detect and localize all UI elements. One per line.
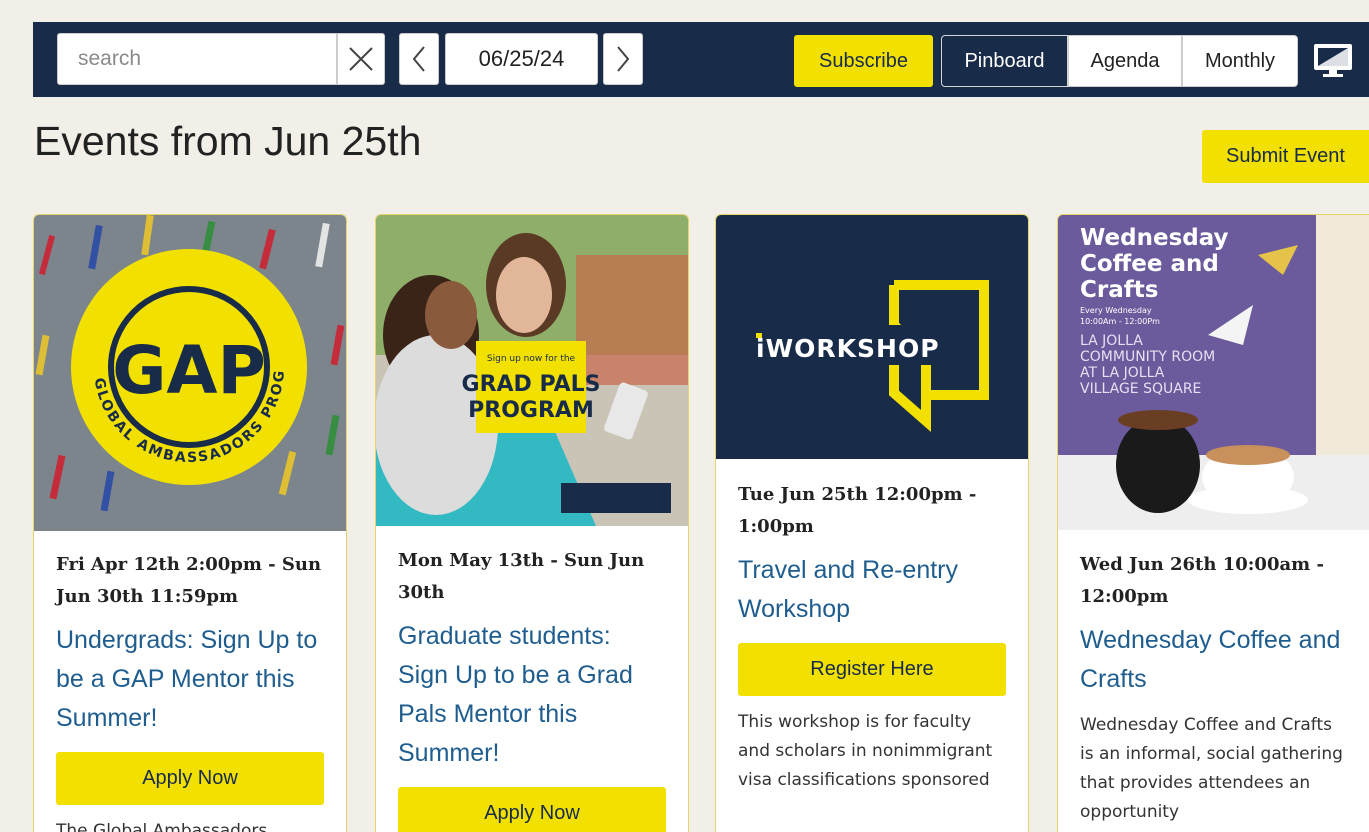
register-here-button[interactable]: Register Here bbox=[738, 643, 1006, 696]
monitor-icon bbox=[1314, 44, 1352, 77]
iworkshop-logo-text: iWORKSHOP bbox=[756, 334, 940, 363]
coffee-image-title-2: Coffee and bbox=[1080, 251, 1219, 277]
view-switcher: Pinboard Agenda Monthly bbox=[941, 35, 1298, 87]
event-card[interactable]: iWORKSHOP Tue Jun 25th 12:00pm - 1:00pm … bbox=[715, 214, 1029, 832]
event-details: Wed Jun 26th 10:00am - 12:00pm Wednesday… bbox=[1058, 549, 1369, 827]
iworkshop-image: iWORKSHOP bbox=[746, 280, 989, 433]
subscribe-button[interactable]: Subscribe bbox=[794, 35, 933, 87]
coffee-image-place-3: AT LA JOLLA bbox=[1080, 365, 1165, 381]
event-description: The Global Ambassadors bbox=[56, 821, 268, 832]
apply-now-button[interactable]: Apply Now bbox=[56, 752, 324, 805]
next-date-button[interactable] bbox=[603, 33, 643, 85]
event-date: Wed Jun 26th 10:00am - 12:00pm bbox=[1080, 554, 1324, 607]
view-agenda-button[interactable]: Agenda bbox=[1068, 35, 1182, 87]
event-image[interactable]: iWORKSHOP bbox=[716, 215, 1028, 459]
event-details: Fri Apr 12th 2:00pm - Sun Jun 30th 11:59… bbox=[34, 549, 346, 832]
calendar-toolbar: 06/25/24 Subscribe Pinboard Agenda Month… bbox=[33, 22, 1369, 97]
event-details: Tue Jun 25th 12:00pm - 1:00pm Travel and… bbox=[716, 479, 1028, 795]
view-monthly-button[interactable]: Monthly bbox=[1182, 35, 1298, 87]
search-input[interactable] bbox=[57, 33, 337, 85]
grad-pals-image: Sign up now for the GRAD PALS PROGRAM bbox=[376, 215, 688, 526]
date-field[interactable]: 06/25/24 bbox=[445, 33, 598, 85]
coffee-image-title-1: Wednesday bbox=[1080, 225, 1229, 251]
event-date: Mon May 13th - Sun Jun 30th bbox=[398, 550, 645, 603]
event-title[interactable]: Graduate students: Sign Up to be a Grad … bbox=[398, 617, 666, 773]
event-details: Mon May 13th - Sun Jun 30th Graduate stu… bbox=[376, 545, 688, 832]
coffee-crafts-image: Wednesday Coffee and Crafts Every Wednes… bbox=[1058, 215, 1369, 530]
grad-pals-big-text-2: PROGRAM bbox=[468, 398, 594, 423]
event-date: Tue Jun 25th 12:00pm - 1:00pm bbox=[738, 484, 977, 537]
fullscreen-button[interactable] bbox=[1311, 40, 1355, 82]
submit-event-button[interactable]: Submit Event bbox=[1202, 130, 1369, 183]
event-title[interactable]: Travel and Re-entry Workshop bbox=[738, 551, 1006, 629]
coffee-image-subtitle-2: 10:00Am - 12:00Pm bbox=[1080, 317, 1160, 326]
event-card[interactable]: Sign up now for the GRAD PALS PROGRAM Mo… bbox=[375, 214, 689, 832]
event-image[interactable]: GAP GLOBAL AMBASSADORS PROGRAM bbox=[34, 215, 346, 531]
event-date: Fri Apr 12th 2:00pm - Sun Jun 30th 11:59… bbox=[56, 554, 322, 607]
chevron-left-icon bbox=[412, 46, 425, 72]
event-card[interactable]: Wednesday Coffee and Crafts Every Wednes… bbox=[1057, 214, 1369, 832]
event-image[interactable]: Sign up now for the GRAD PALS PROGRAM bbox=[376, 215, 688, 526]
event-description: This workshop is for faculty and scholar… bbox=[738, 712, 993, 790]
event-description: Wednesday Coffee and Crafts is an inform… bbox=[1080, 715, 1343, 822]
event-title[interactable]: Wednesday Coffee and Crafts bbox=[1080, 621, 1350, 699]
gap-logo-text: GAP bbox=[112, 332, 266, 409]
grad-pals-big-text-1: GRAD PALS bbox=[462, 372, 601, 397]
close-icon bbox=[349, 47, 373, 71]
coffee-image-title-3: Crafts bbox=[1080, 277, 1158, 303]
event-image[interactable]: Wednesday Coffee and Crafts Every Wednes… bbox=[1058, 215, 1369, 530]
coffee-image-place-1: LA JOLLA bbox=[1080, 333, 1143, 349]
coffee-image-subtitle-1: Every Wednesday bbox=[1080, 306, 1152, 315]
clear-search-button[interactable] bbox=[337, 33, 385, 85]
grad-pals-small-text: Sign up now for the bbox=[487, 354, 576, 364]
previous-date-button[interactable] bbox=[399, 33, 439, 85]
view-pinboard-button[interactable]: Pinboard bbox=[941, 35, 1068, 87]
coffee-image-place-4: VILLAGE SQUARE bbox=[1080, 381, 1201, 397]
event-title[interactable]: Undergrads: Sign Up to be a GAP Mentor t… bbox=[56, 621, 324, 738]
chevron-right-icon bbox=[617, 46, 630, 72]
apply-now-button[interactable]: Apply Now bbox=[398, 787, 666, 832]
gap-program-image: GAP GLOBAL AMBASSADORS PROGRAM bbox=[34, 215, 346, 531]
page-title: Events from Jun 25th bbox=[34, 118, 422, 164]
coffee-image-place-2: COMMUNITY ROOM bbox=[1080, 349, 1215, 365]
event-card[interactable]: GAP GLOBAL AMBASSADORS PROGRAM Fri Apr 1… bbox=[33, 214, 347, 832]
